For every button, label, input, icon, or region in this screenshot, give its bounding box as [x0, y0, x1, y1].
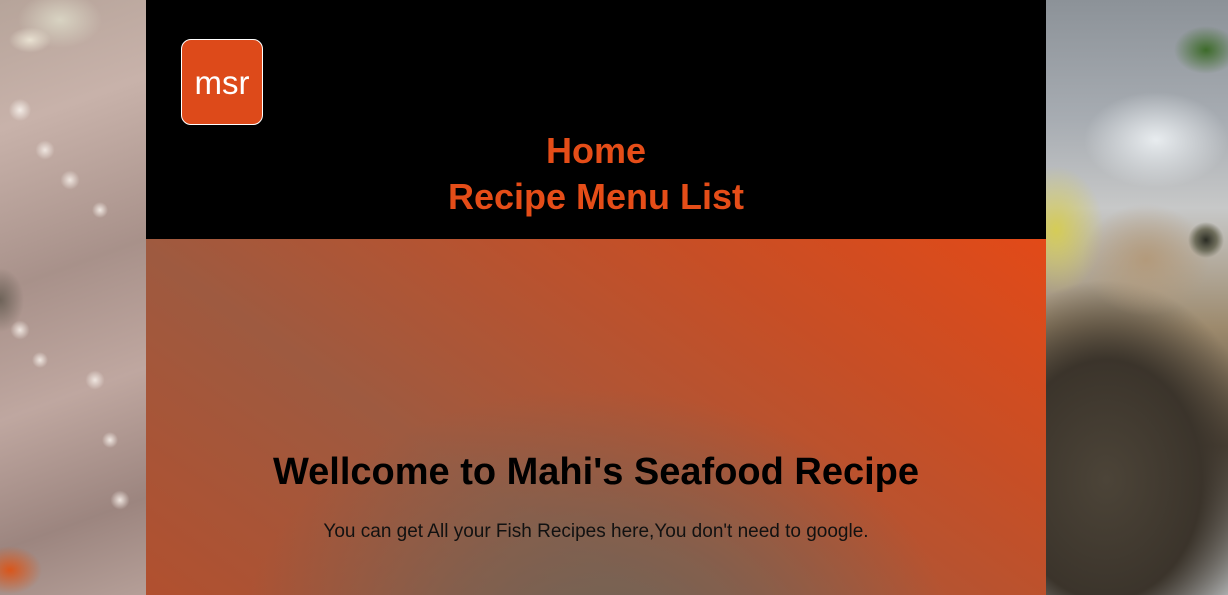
fish-background-image [1046, 0, 1228, 595]
site-logo[interactable]: msr [181, 39, 263, 125]
hero-subtitle: You can get All your Fish Recipes here,Y… [323, 521, 869, 542]
hero-section: Wellcome to Mahi's Seafood Recipe You ca… [146, 239, 1046, 595]
hero-title: Wellcome to Mahi's Seafood Recipe [272, 451, 920, 493]
header: msr Home Recipe Menu List [146, 0, 1046, 239]
nav-link-home[interactable]: Home [146, 128, 1046, 174]
logo-text: msr [194, 63, 250, 101]
main-container: msr Home Recipe Menu List Wellcome to Ma… [146, 0, 1046, 595]
octopus-background-image [0, 0, 146, 595]
nav-link-recipe-menu-list[interactable]: Recipe Menu List [146, 174, 1046, 220]
main-nav: Home Recipe Menu List [146, 128, 1046, 220]
